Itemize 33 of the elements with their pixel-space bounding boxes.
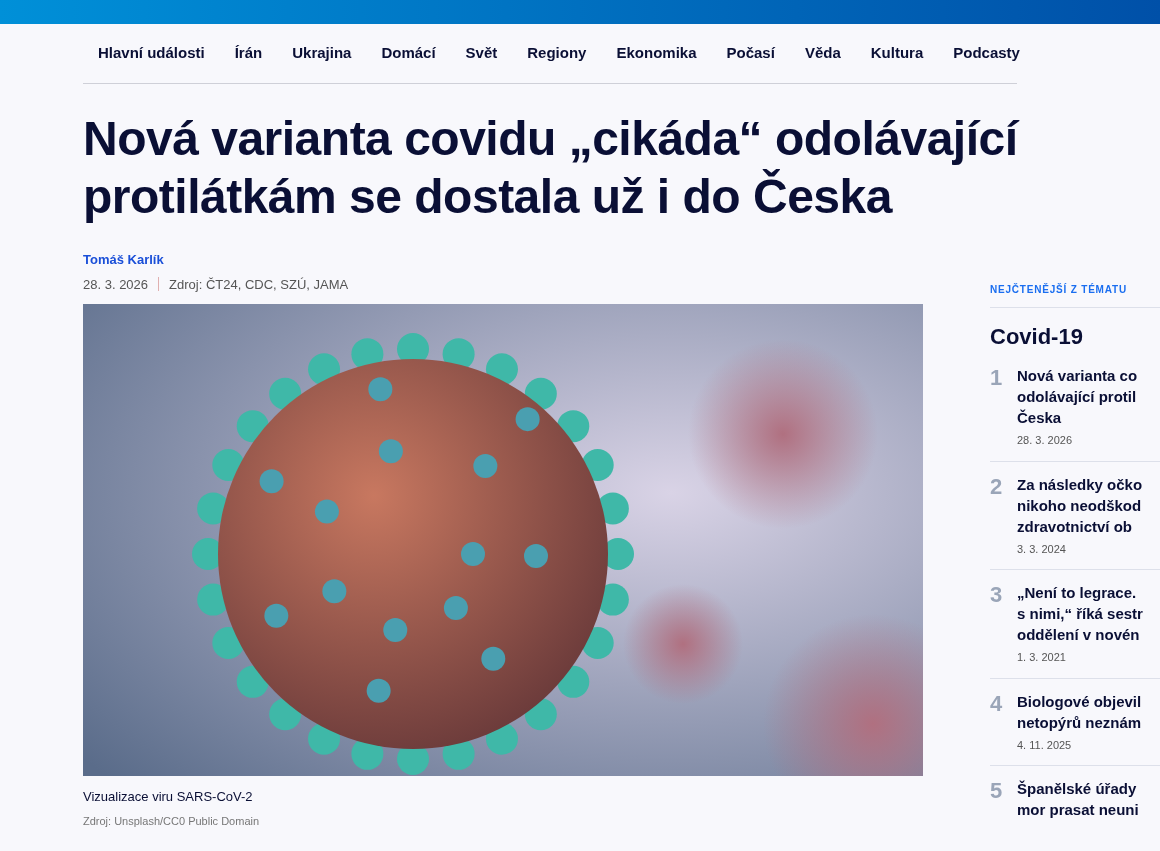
article-link[interactable]: Nová varianta co odolávající protil Česka [1017,365,1138,428]
topic-heading: Covid-19 [990,323,1084,351]
rank-number: 3 [990,582,1004,609]
nav-link[interactable]: Regiony [512,42,602,65]
nav-link[interactable]: Ukrajina [277,42,367,65]
nav-link[interactable]: Svět [450,42,513,65]
image-caption: Vizualizace viru SARS-CoV-2 [83,788,254,806]
article-date: 28. 3. 2026 [1017,433,1074,448]
nav-link[interactable]: Počasí [711,42,790,65]
nav-link[interactable]: Věda [789,42,856,65]
nav-link[interactable]: Domácí [366,42,451,65]
article-link[interactable]: Španělské úřady mor prasat neuni [1017,778,1139,820]
article-link[interactable]: „Není to legrace. s nimi,“ říká sestr oddělení v novén [1017,582,1143,645]
article-link[interactable]: Za následky očko nikoho neodškod zdravotnictví ob [1017,473,1143,537]
rank-number: 2 [990,473,1004,501]
article-link[interactable]: Biologové objevil netopýrů neznám [1017,690,1142,733]
rank-number: 5 [990,778,1004,805]
article-date: 4. 11. 2025 [1017,737,1073,753]
section-eyebrow: NEJČTENĚJŠÍ Z TÉMATU [990,282,1160,308]
photo-credit: Zdroj: Unsplash/CC0 Public Domain [83,813,261,829]
nav-link[interactable]: Írán [219,42,278,65]
nav-link[interactable]: Kultura [855,42,939,65]
rank-number: 4 [990,690,1004,718]
article-title: Nová varianta covidu „cikáda“ odolávající protilátkám se dostala už i do Česka [83,111,1021,225]
nav-link[interactable]: Hlavní události [83,42,220,65]
nav-link[interactable]: Ekonomika [601,42,712,65]
nav-link[interactable]: Podcasty [938,42,1035,65]
author-link[interactable]: Tomáš Karlík [83,250,923,270]
publish-date: 28. 3. 2026 [83,275,149,294]
article-date: 3. 3. 2024 [1017,541,1067,557]
source-text: Zdroj: ČT24, CDC, SZÚ, JAMA [169,275,349,294]
rank-number: 1 [990,365,1004,392]
article-date: 1. 3. 2021 [1017,650,1067,665]
